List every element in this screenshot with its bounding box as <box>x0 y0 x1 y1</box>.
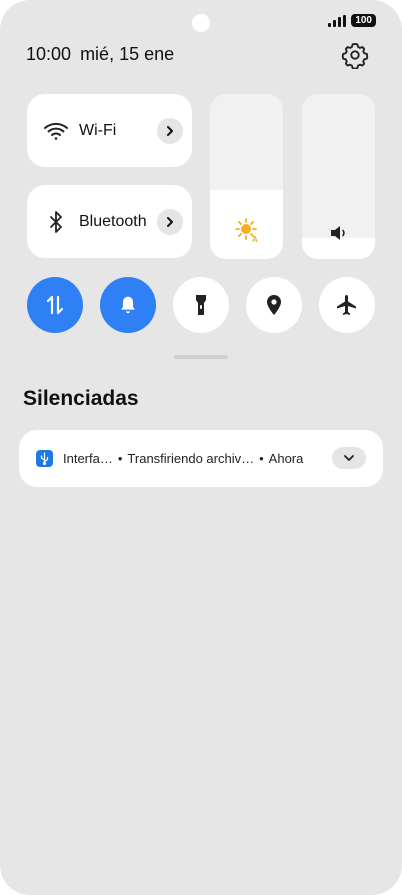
chevron-right-icon <box>167 125 173 136</box>
separator: • <box>259 451 264 466</box>
flashlight-toggle[interactable] <box>173 277 229 333</box>
usb-icon <box>36 450 53 467</box>
flashlight-icon <box>196 295 206 315</box>
wifi-details-button[interactable] <box>157 117 183 144</box>
date-time: 10:00 mié, 15 ene <box>26 44 174 65</box>
date: mié, 15 ene <box>80 44 175 64</box>
airplane-toggle[interactable] <box>319 277 375 333</box>
signal-icon <box>328 14 347 27</box>
notification-card[interactable]: Interfa… • Transfiriendo archiv… • Ahora <box>19 430 383 487</box>
chevron-down-icon <box>344 455 354 461</box>
sound-toggle[interactable] <box>100 277 156 333</box>
location-toggle[interactable] <box>246 277 302 333</box>
chevron-right-icon <box>167 216 173 227</box>
gear-icon <box>341 42 369 70</box>
front-camera <box>192 14 210 32</box>
status-icons: 100 <box>328 14 376 27</box>
wifi-icon <box>44 122 68 140</box>
quick-settings-panel: 100 10:00 mié, 15 ene Wi-Fi Bluetooth A … <box>0 0 402 895</box>
wifi-label: Wi-Fi <box>79 121 117 139</box>
section-title: Silenciadas <box>23 387 139 410</box>
wifi-tile[interactable]: Wi-Fi <box>27 94 192 167</box>
brightness-slider[interactable]: A <box>210 94 283 259</box>
bell-icon <box>121 296 135 314</box>
airplane-icon <box>337 295 356 315</box>
notification-text: Transfiriendo archiv… <box>127 451 255 466</box>
volume-slider[interactable] <box>302 94 375 259</box>
speaker-icon <box>302 223 375 243</box>
svg-text:A: A <box>252 235 258 243</box>
clock: 10:00 <box>26 44 72 64</box>
expand-button[interactable] <box>332 447 366 469</box>
separator: • <box>117 451 123 466</box>
notification-app: Interfa… <box>63 451 113 466</box>
settings-button[interactable] <box>341 41 369 70</box>
bluetooth-details-button[interactable] <box>157 208 183 235</box>
bluetooth-icon <box>50 210 62 233</box>
bluetooth-tile[interactable]: Bluetooth <box>27 185 192 258</box>
location-pin-icon <box>267 295 281 315</box>
drag-handle[interactable] <box>174 355 228 359</box>
data-transfer-icon <box>46 295 64 315</box>
bluetooth-label: Bluetooth <box>79 212 147 230</box>
battery-indicator: 100 <box>351 14 376 27</box>
notification-time: Ahora <box>268 451 304 466</box>
brightness-auto-icon: A <box>210 217 283 243</box>
mobile-data-toggle[interactable] <box>27 277 83 333</box>
